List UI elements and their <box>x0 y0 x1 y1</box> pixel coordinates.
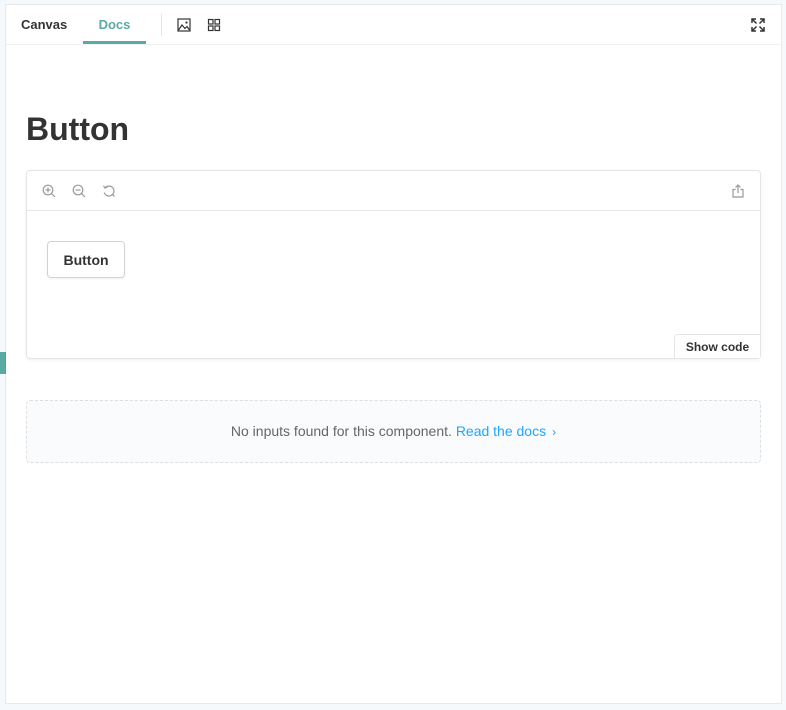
fullscreen-icon[interactable] <box>751 18 765 32</box>
show-code-button[interactable]: Show code <box>674 334 760 358</box>
sample-button[interactable]: Button <box>47 241 125 278</box>
storybook-panel: Canvas Docs Button Button Show code No i… <box>6 5 781 703</box>
zoom-out-icon[interactable] <box>72 184 86 198</box>
share-icon[interactable] <box>731 184 745 198</box>
tab-docs[interactable]: Docs <box>83 5 146 44</box>
reset-zoom-icon[interactable] <box>102 184 116 198</box>
no-inputs-notice: No inputs found for this component. Read… <box>26 400 761 463</box>
chevron-right-icon: › <box>552 425 557 439</box>
tab-docs-label: Docs <box>98 17 131 32</box>
tab-canvas[interactable]: Canvas <box>21 5 67 44</box>
top-toolbar: Canvas Docs <box>6 5 781 45</box>
no-inputs-message: No inputs found for this component. <box>230 423 456 439</box>
grid-icon[interactable] <box>207 18 221 32</box>
toolbar-divider <box>161 14 162 36</box>
preview-toolbar <box>27 171 760 211</box>
active-tab-indicator <box>83 41 146 44</box>
read-docs-link[interactable]: Read the docs › <box>456 423 556 439</box>
zoom-in-icon[interactable] <box>42 184 56 198</box>
read-docs-label: Read the docs <box>455 423 547 439</box>
story-preview: Button Show code <box>26 170 761 359</box>
image-icon[interactable] <box>177 18 191 32</box>
page-title: Button <box>26 111 130 147</box>
